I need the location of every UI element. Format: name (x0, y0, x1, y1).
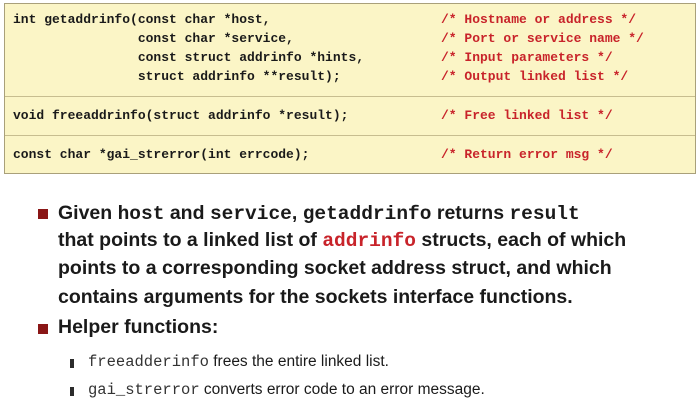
bullet1-line1: Given host and service, getaddrinfo retu… (58, 200, 580, 227)
code-separator (5, 96, 695, 97)
gai-strerror-code-line: const char *gai_strerror(int errcode); (13, 147, 310, 162)
bullet1-line2: that points to a linked list of addrinfo… (58, 227, 626, 254)
sub-bullet-gai-strerror: gai_strerror converts error code to an e… (88, 379, 485, 401)
code-box: int getaddrinfo(const char *host, /* Hos… (4, 3, 696, 174)
bullet2-title: Helper functions: (58, 316, 219, 338)
bullet-marker (38, 324, 48, 334)
getaddrinfo-code-line-4: struct addrinfo **result); (13, 69, 341, 84)
sub-bullet-text: converts error code to an error message. (199, 381, 485, 398)
getaddrinfo-code: getaddrinfo (302, 203, 432, 225)
freeaddrinfo-comment: /* Free linked list */ (441, 108, 613, 123)
bullet1-text: and (164, 202, 210, 224)
getaddrinfo-comment-3: /* Input parameters */ (441, 50, 613, 65)
bullet1-text: that points to a linked list of (58, 229, 323, 251)
bullet1-text: structs, each of which (415, 229, 627, 251)
getaddrinfo-comment-1: /* Hostname or address */ (441, 12, 637, 27)
addrinfo-code: addrinfo (322, 230, 416, 252)
sub-bullet-freeadderinfo: freeadderinfo frees the entire linked li… (88, 351, 389, 373)
sub-bullet-text: frees the entire linked list. (208, 353, 389, 370)
gai-strerror-comment: /* Return error msg */ (441, 147, 613, 162)
bullet1-line4: contains arguments for the sockets inter… (58, 286, 573, 308)
getaddrinfo-comment-2: /* Port or service name */ (441, 31, 644, 46)
freeadderinfo-code: freeadderinfo (88, 353, 209, 371)
bullet1-text: , (291, 202, 303, 224)
code-separator (5, 135, 695, 136)
sub-bullet-marker (70, 387, 74, 396)
sub-bullet-marker (70, 359, 74, 368)
getaddrinfo-code-line-2: const char *service, (13, 31, 294, 46)
freeaddrinfo-code-line: void freeaddrinfo(struct addrinfo *resul… (13, 108, 349, 123)
bullet1-line3: points to a corresponding socket address… (58, 257, 612, 279)
service-code: service (209, 203, 292, 225)
getaddrinfo-code-line-3: const struct addrinfo *hints, (13, 50, 365, 65)
getaddrinfo-code-line-1: int getaddrinfo(const char *host, (13, 12, 271, 27)
bullet1-text: Given (58, 202, 118, 224)
getaddrinfo-comment-4: /* Output linked list */ (441, 69, 629, 84)
result-code: result (509, 203, 580, 225)
gai-strerror-code: gai_strerror (88, 381, 200, 399)
host-code: host (117, 203, 165, 225)
bullet-marker (38, 209, 48, 219)
bullet1-text: returns (431, 202, 510, 224)
